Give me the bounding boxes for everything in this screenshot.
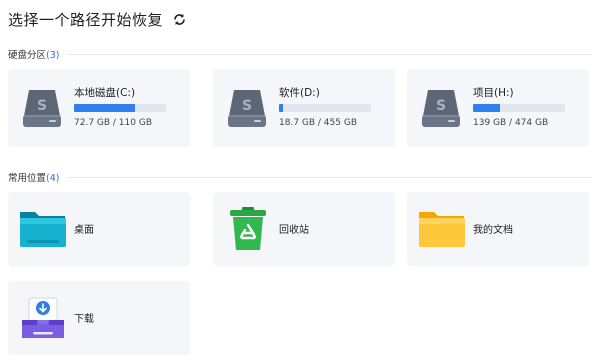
disk-usage-bar [279,104,371,112]
disk-usage-fill [473,104,500,112]
disk-usage-bar [74,104,166,112]
location-label: 下载 [74,314,94,325]
location-documents[interactable]: 我的文档 [407,192,589,266]
documents-folder-icon [419,212,465,247]
hard-drive-icon: S [23,90,61,127]
section-divider [67,176,592,178]
svg-text:S: S [37,98,47,114]
title-row: 选择一个路径开始恢复 [8,9,186,30]
locations-section-label: 常用位置(4) [8,170,59,184]
location-desktop[interactable]: 桌面 [8,192,190,266]
svg-text:S: S [436,98,446,114]
section-divider [67,53,592,55]
location-downloads[interactable]: 下载 [8,281,190,355]
refresh-icon[interactable] [172,13,186,27]
disk-size: 18.7 GB / 455 GB [279,118,357,128]
disk-usage-fill [279,104,283,112]
location-label: 桌面 [74,225,94,236]
disk-size: 72.7 GB / 110 GB [74,118,152,128]
location-recycle-bin[interactable]: 回收站 [213,192,395,266]
recycle-bin-icon [230,207,266,250]
disks-section-header: 硬盘分区(3) [8,47,592,61]
desktop-folder-icon [20,212,66,247]
hard-drive-icon: S [422,90,460,127]
disk-usage-fill [74,104,135,112]
disk-size: 139 GB / 474 GB [473,118,549,128]
locations-section-count: (4) [46,173,60,184]
locations-section-title: 常用位置 [8,173,47,184]
disk-name: 项目(H:) [473,87,514,99]
disk-card-d[interactable]: S 软件(D:) 18.7 GB / 455 GB [213,69,395,147]
disk-card-h[interactable]: S 项目(H:) 139 GB / 474 GB [407,69,589,147]
hard-drive-icon: S [228,90,266,127]
disk-name: 本地磁盘(C:) [74,87,136,99]
location-label: 我的文档 [473,225,513,236]
svg-text:S: S [242,98,252,114]
disk-name: 软件(D:) [279,87,320,99]
disk-card-c[interactable]: S 本地磁盘(C:) 72.7 GB / 110 GB [8,69,190,147]
disk-usage-bar [473,104,565,112]
disks-section-count: (3) [46,50,60,61]
locations-section-header: 常用位置(4) [8,170,592,184]
disks-section-title: 硬盘分区 [8,50,47,61]
page-title: 选择一个路径开始恢复 [8,11,164,29]
disks-section-label: 硬盘分区(3) [8,47,59,61]
location-label: 回收站 [279,225,309,236]
downloads-icon [22,297,64,338]
